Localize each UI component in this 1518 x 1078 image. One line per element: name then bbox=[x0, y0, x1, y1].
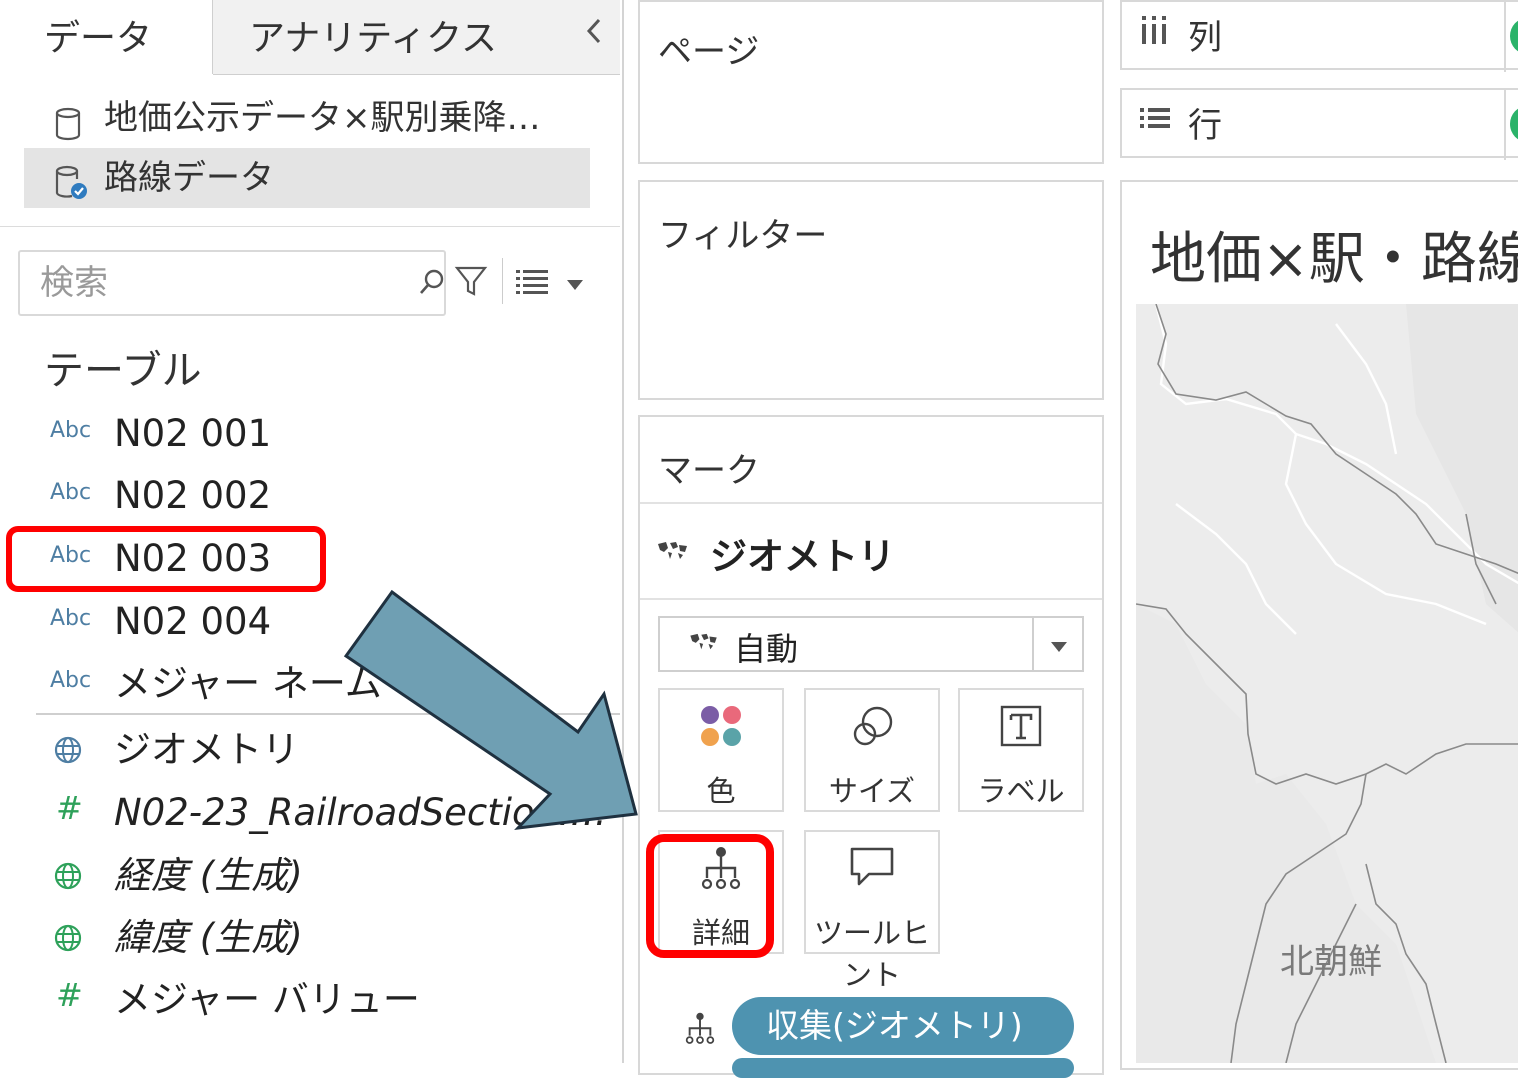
filters-shelf[interactable]: フィルター bbox=[638, 180, 1104, 400]
green-pill[interactable] bbox=[1510, 106, 1518, 142]
data-pane: アナリティクス データ 地価公示データ×駅別乗降… 路線データ 検索 テーブル … bbox=[0, 0, 624, 1063]
rows-icon bbox=[1140, 104, 1170, 136]
marks-title: マーク bbox=[658, 451, 760, 491]
map-marks-icon bbox=[688, 632, 720, 656]
field-name: 経度 (生成) bbox=[114, 854, 303, 897]
detail-hierarchy-icon bbox=[684, 1012, 716, 1050]
tab-analytics[interactable]: アナリティクス bbox=[213, 0, 620, 75]
columns-label: 列 bbox=[1188, 18, 1222, 58]
datasource-item-selected[interactable]: 路線データ bbox=[24, 148, 590, 208]
view-title: 地価×駅・路線 bbox=[1150, 227, 1518, 292]
size-button[interactable]: サイズ bbox=[804, 688, 940, 812]
color-dots-icon bbox=[660, 704, 782, 752]
filter-icon[interactable] bbox=[454, 264, 488, 302]
field-item[interactable]: 緯度 (生成) bbox=[0, 908, 620, 968]
label-button[interactable]: ラベル bbox=[958, 688, 1084, 812]
rows-label: 行 bbox=[1188, 106, 1222, 146]
tables-heading: テーブル bbox=[44, 348, 202, 394]
string-type-icon: Abc bbox=[50, 606, 92, 631]
tooltip-label: ツールヒント bbox=[813, 916, 930, 992]
map-country-label: 北朝鮮 bbox=[1280, 942, 1382, 982]
rows-shelf[interactable]: 行 bbox=[1120, 88, 1518, 160]
tooltip-button[interactable]: ツールヒント bbox=[804, 830, 940, 992]
field-item[interactable]: 経度 (生成) bbox=[0, 846, 620, 906]
string-type-icon: Abc bbox=[50, 668, 92, 693]
map-marks-icon bbox=[656, 540, 690, 566]
divider bbox=[0, 226, 620, 227]
search-box[interactable] bbox=[18, 250, 446, 316]
tab-data[interactable]: データ bbox=[0, 0, 213, 74]
size-label: サイズ bbox=[828, 774, 916, 808]
highlight-box bbox=[6, 526, 326, 592]
field-item[interactable]: # メジャー バリュー bbox=[0, 970, 620, 1030]
speech-bubble-icon bbox=[806, 846, 938, 892]
divider bbox=[1504, 2, 1506, 72]
field-name: N02 001 bbox=[114, 412, 272, 455]
columns-icon bbox=[1140, 16, 1168, 50]
datasource-label: 地価公示データ×駅別乗降… bbox=[104, 98, 541, 138]
pages-title: ページ bbox=[658, 32, 760, 72]
field-item[interactable]: Abc N02 002 bbox=[0, 466, 620, 526]
mark-type-value: 自動 bbox=[734, 630, 799, 668]
columns-shelf[interactable]: 列 bbox=[1120, 0, 1518, 72]
chevron-down-icon[interactable] bbox=[1050, 638, 1068, 657]
color-label: 色 bbox=[706, 774, 736, 808]
globe-icon bbox=[54, 736, 82, 768]
datasource-item[interactable]: 地価公示データ×駅別乗降… bbox=[24, 88, 590, 148]
field-name: N02 004 bbox=[114, 600, 272, 643]
highlight-box bbox=[646, 834, 774, 958]
divider bbox=[1504, 90, 1506, 160]
field-item[interactable]: Abc N02 001 bbox=[0, 404, 620, 464]
string-type-icon: Abc bbox=[50, 418, 92, 443]
number-type-icon: # bbox=[56, 789, 83, 827]
database-icon bbox=[54, 100, 82, 141]
field-name: N02 002 bbox=[114, 474, 272, 517]
field-name: ジオメトリ bbox=[114, 728, 299, 771]
number-type-icon: # bbox=[56, 976, 83, 1014]
database-check-icon bbox=[54, 160, 87, 199]
green-pill[interactable] bbox=[1510, 18, 1518, 54]
divider bbox=[640, 502, 1102, 504]
string-type-icon: Abc bbox=[50, 480, 92, 505]
divider bbox=[1032, 618, 1034, 670]
color-button[interactable]: 色 bbox=[658, 688, 784, 812]
mark-type-select[interactable]: 自動 bbox=[658, 616, 1084, 672]
field-pill[interactable] bbox=[732, 1058, 1074, 1078]
pages-shelf[interactable]: ページ bbox=[638, 0, 1104, 164]
mark-type-label: ジオメトリ bbox=[710, 535, 895, 578]
size-circles-icon bbox=[806, 704, 938, 754]
label-label: ラベル bbox=[977, 774, 1065, 808]
globe-icon bbox=[54, 862, 82, 894]
list-view-icon[interactable] bbox=[516, 270, 548, 298]
text-t-icon bbox=[960, 704, 1082, 752]
annotation-arrow bbox=[340, 588, 650, 842]
divider bbox=[502, 258, 503, 304]
filters-title: フィルター bbox=[658, 216, 828, 256]
divider bbox=[640, 598, 1102, 600]
chevron-down-icon[interactable] bbox=[566, 276, 584, 295]
field-name: メジャー バリュー bbox=[114, 978, 420, 1021]
search-icon[interactable] bbox=[418, 268, 446, 300]
datasource-label: 路線データ bbox=[104, 158, 274, 198]
field-name: 緯度 (生成) bbox=[114, 916, 303, 959]
field-pill[interactable]: 収集(ジオメトリ) bbox=[732, 997, 1074, 1055]
globe-icon bbox=[54, 924, 82, 956]
chevron-left-icon[interactable] bbox=[584, 16, 604, 54]
search-input[interactable] bbox=[38, 262, 402, 304]
